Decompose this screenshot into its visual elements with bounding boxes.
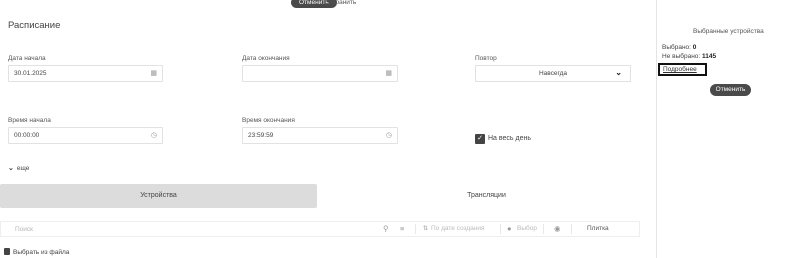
device-toolbar: ⚲ ≡ ⇅ По дате создания ● Выбор ◉ Плитка — [0, 221, 640, 237]
repeat-label: Повтор — [475, 55, 497, 62]
start-date-field[interactable]: 30.01.2025 ▦ — [8, 65, 163, 82]
end-time-field[interactable]: 23:59:59 ◷ — [242, 127, 398, 144]
selection-label[interactable]: Выбор — [517, 222, 537, 236]
end-time-value: 23:59:59 — [248, 132, 274, 139]
end-date-field[interactable]: ▦ — [242, 65, 398, 82]
tab-devices[interactable]: Устройства — [0, 184, 317, 208]
sort-label[interactable]: По дате создания — [431, 222, 485, 236]
tab-streams[interactable]: Трансляции — [317, 184, 656, 208]
pick-from-file-label: Выбрать из файла — [13, 249, 70, 256]
clock-icon[interactable]: ◷ — [151, 128, 157, 143]
all-day-checkbox[interactable]: ✓ — [475, 134, 485, 144]
calendar-icon[interactable]: ▦ — [150, 66, 157, 81]
end-date-label: Дата окончания — [242, 55, 290, 62]
clock-icon[interactable]: ◷ — [386, 128, 392, 143]
details-link[interactable]: Подробнее — [658, 63, 707, 76]
side-panel-title: Выбранные устройства — [693, 28, 764, 35]
start-date-value: 30.01.2025 — [14, 70, 47, 77]
divider — [500, 224, 501, 234]
divider — [571, 224, 572, 234]
selected-count: 0 — [692, 44, 697, 51]
selected-label: Выбрано: — [662, 44, 691, 51]
view-mode-tile[interactable]: Плитка — [587, 222, 609, 236]
start-time-value: 00:00:00 — [14, 132, 40, 139]
divider — [415, 224, 416, 234]
repeat-select[interactable]: Навсегда ⌄ — [475, 65, 631, 82]
end-time-label: Время окончания — [242, 117, 295, 124]
selected-count-text: Выбрано: 0 — [662, 44, 696, 51]
selected-devices-panel — [656, 0, 800, 258]
search-input[interactable] — [15, 222, 375, 236]
not-selected-count: 1145 — [702, 53, 717, 60]
eye-icon[interactable]: ◉ — [554, 222, 561, 236]
file-icon — [4, 248, 10, 255]
start-time-label: Время начала — [8, 117, 51, 124]
chevron-down-icon: ⌄ — [8, 165, 14, 172]
divider — [543, 224, 544, 234]
pick-from-file-button[interactable]: Выбрать из файла — [4, 248, 69, 256]
all-day-label: На весь день — [488, 135, 532, 142]
page-title: Расписание — [8, 20, 61, 31]
schedule-main-panel: Отменить Сохранить Расписание Дата начал… — [0, 0, 656, 258]
not-selected-count-text: Не выбрано: 1145 — [662, 53, 716, 60]
repeat-value: Навсегда — [538, 70, 568, 77]
more-label: еще — [16, 165, 30, 172]
start-date-label: Дата начала — [8, 55, 46, 62]
not-selected-label: Не выбрано: — [662, 53, 701, 60]
save-button[interactable]: Сохранить — [324, 0, 356, 8]
side-cancel-button[interactable]: Отменить — [710, 84, 751, 96]
check-circle-icon: ● — [507, 224, 512, 233]
sort-icon: ⇅ — [423, 226, 429, 232]
more-toggle[interactable]: ⌄ еще — [8, 164, 29, 172]
filter-icon[interactable]: ≡ — [400, 222, 404, 236]
calendar-icon[interactable]: ▦ — [385, 66, 392, 81]
search-icon[interactable]: ⚲ — [383, 222, 389, 236]
chevron-down-icon: ⌄ — [615, 68, 622, 77]
start-time-field[interactable]: 00:00:00 ◷ — [8, 127, 163, 144]
top-actions: Отменить Сохранить — [0, 0, 656, 9]
